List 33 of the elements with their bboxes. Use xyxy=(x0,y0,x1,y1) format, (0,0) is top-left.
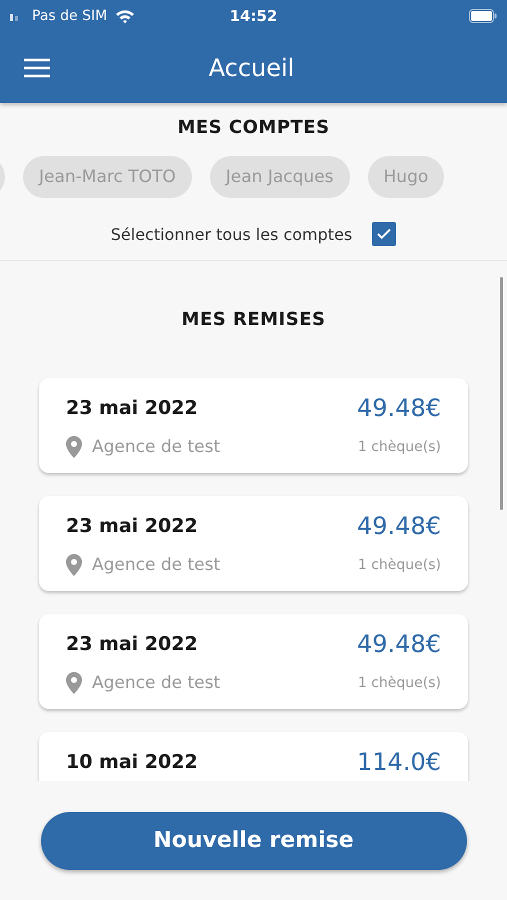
cheque-count: 1 chèque(s) xyxy=(358,439,441,455)
remise-amount: 114.0€ xyxy=(357,748,441,776)
remise-amount: 49.48€ xyxy=(357,394,441,422)
agency-name: Agence de test xyxy=(92,673,220,693)
remise-date: 23 mai 2022 xyxy=(66,397,198,419)
cheque-count: 1 chèque(s) xyxy=(358,675,441,691)
remise-date: 23 mai 2022 xyxy=(66,515,198,537)
location-pin-icon xyxy=(66,554,82,576)
checkbox[interactable] xyxy=(372,222,396,246)
location-pin-icon xyxy=(66,436,82,458)
new-remise-button[interactable]: Nouvelle remise xyxy=(40,812,466,870)
remise-card[interactable]: 23 mai 2022 49.48€ Agence de test 1 chèque(s) xyxy=(39,496,468,591)
carrier-label: Pas de SIM xyxy=(32,8,108,24)
location-pin-icon xyxy=(66,672,82,694)
cheque-count: 1 chèque(s) xyxy=(358,557,441,573)
status-time: 14:52 xyxy=(228,7,278,25)
agency-name: Agence de test xyxy=(92,555,220,575)
section-title: MES REMISES xyxy=(180,309,326,330)
battery-icon xyxy=(468,9,497,23)
remise-amount: 49.48€ xyxy=(357,630,441,658)
page-title: Accueil xyxy=(208,54,296,82)
select-all-label: Sélectionner tous les comptes xyxy=(110,224,352,244)
scrollbar[interactable] xyxy=(500,277,503,510)
section-title: MES COMPTES xyxy=(176,117,331,138)
remise-date: 10 mai 2022 xyxy=(66,751,198,773)
remise-amount: 49.48€ xyxy=(357,512,441,540)
remise-card[interactable]: 23 mai 2022 49.48€ Agence de test 1 chèque(s) xyxy=(39,614,468,709)
menu-icon[interactable] xyxy=(24,58,50,78)
agency-name: Agence de test xyxy=(92,437,220,457)
wifi-icon xyxy=(115,8,136,24)
remise-card[interactable]: 23 mai 2022 49.48€ Agence de test 1 chèque(s) xyxy=(39,378,468,473)
remise-date: 23 mai 2022 xyxy=(66,633,198,655)
remise-card[interactable]: 10 mai 2022 114.0€ xyxy=(39,732,468,781)
